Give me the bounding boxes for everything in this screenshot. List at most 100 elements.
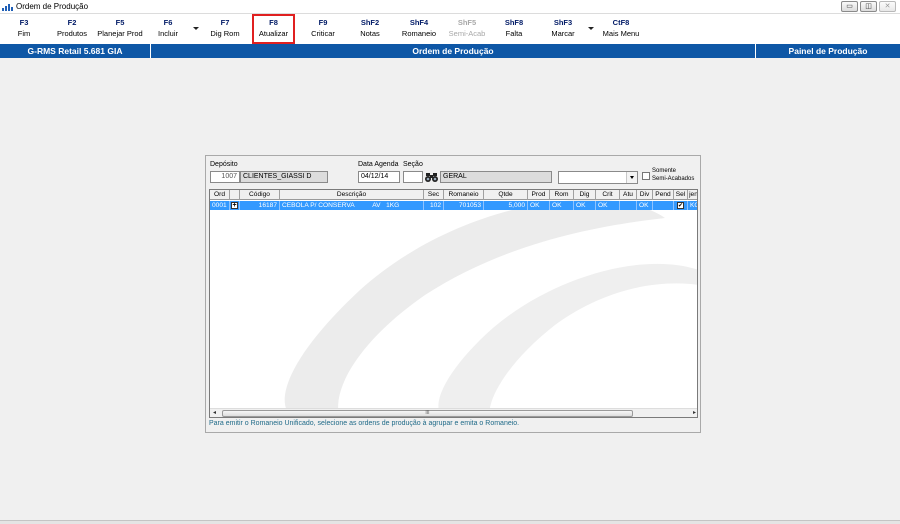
- cell-qtde: 5,000: [484, 201, 528, 210]
- dig-rom-button[interactable]: F7 Dig Rom: [207, 18, 243, 40]
- binoculars-search-icon[interactable]: [425, 171, 438, 183]
- toolbar: F3 Fim F2 Produtos F5 Planejar Prod F6 I…: [0, 14, 900, 44]
- marcar-button[interactable]: ShF3 Marcar: [547, 18, 579, 40]
- scroll-left-icon[interactable]: ◂: [210, 409, 219, 417]
- incluir-key: F6: [163, 18, 173, 27]
- cell-sel: ✔: [674, 201, 688, 210]
- dig-rom-label: Dig Rom: [210, 29, 240, 38]
- col-div[interactable]: Div: [637, 190, 653, 200]
- col-romaneio[interactable]: Romaneio: [444, 190, 484, 200]
- expand-plus-icon[interactable]: +: [231, 202, 238, 209]
- criticar-key: F9: [318, 18, 328, 27]
- cell-pend: [653, 201, 674, 210]
- deposito-label: Depósito: [210, 161, 238, 168]
- notas-button[interactable]: ShF2 Notas: [355, 18, 385, 40]
- col-qtde[interactable]: Qtde: [484, 190, 528, 200]
- footer-instruction: Para emitir o Romaneio Unificado, seleci…: [209, 420, 520, 427]
- mais-menu-button[interactable]: CtF8 Mais Menu: [600, 18, 642, 40]
- atualizar-button[interactable]: F8 Atualizar: [252, 14, 295, 44]
- table-row[interactable]: 0001 + 16187 CEBOLA P/ CONSERVA AV 1KG 1…: [210, 201, 697, 210]
- secao-label: Seção: [403, 161, 423, 168]
- title-bar: Ordem de Produção ▭ ◫ ✕: [0, 0, 900, 14]
- atualizar-label: Atualizar: [258, 29, 289, 38]
- produtos-label: Produtos: [56, 29, 88, 38]
- cell-codigo: 16187: [240, 201, 280, 210]
- close-button[interactable]: ✕: [879, 1, 896, 12]
- col-prod[interactable]: Prod: [528, 190, 550, 200]
- fim-button[interactable]: F3 Fim: [12, 18, 36, 40]
- window-title: Ordem de Produção: [16, 2, 89, 11]
- restore-button[interactable]: ◫: [860, 1, 877, 12]
- secao-name-field: GERAL: [440, 171, 552, 183]
- notas-key: ShF2: [360, 18, 380, 27]
- deposito-name-field: CLIENTES_GIASSI D: [240, 171, 328, 183]
- data-agenda-label: Data Agenda: [358, 161, 399, 168]
- status-bar: [0, 520, 900, 524]
- panel-title: Painel de Produção: [755, 44, 900, 58]
- cell-sec: 102: [424, 201, 444, 210]
- incluir-label: Incluir: [157, 29, 178, 38]
- data-agenda-field[interactable]: 04/12/14: [358, 171, 400, 183]
- fim-label: Fim: [17, 29, 31, 38]
- col-dig[interactable]: Dig: [574, 190, 596, 200]
- dig-rom-key: F7: [220, 18, 230, 27]
- semi-acabados-label: Semi-Acabados: [652, 176, 695, 182]
- cell-dig: OK: [574, 201, 596, 210]
- criticar-label: Criticar: [311, 29, 335, 38]
- somente-label: Somente: [652, 168, 677, 174]
- deposito-code-field[interactable]: 1007: [210, 171, 240, 183]
- mais-menu-key: CtF8: [612, 18, 630, 27]
- col-atu[interactable]: Atu: [620, 190, 637, 200]
- col-rom[interactable]: Rom: [550, 190, 574, 200]
- planejar-prod-button[interactable]: F5 Planejar Prod: [96, 18, 144, 40]
- fim-key: F3: [19, 18, 29, 27]
- chevron-down-icon[interactable]: [626, 172, 637, 183]
- production-order-panel: Depósito 1007 CLIENTES_GIASSI D Data Age…: [205, 155, 701, 433]
- romaneio-label: Romaneio: [401, 29, 437, 38]
- scroll-thumb[interactable]: III: [222, 410, 633, 417]
- cell-atu: [620, 201, 637, 210]
- col-codigo[interactable]: Código: [240, 190, 280, 200]
- falta-label: Falta: [505, 29, 523, 38]
- falta-button[interactable]: ShF8 Falta: [500, 18, 528, 40]
- col-sel[interactable]: Sel: [674, 190, 688, 200]
- select-row-checkbox[interactable]: ✔: [677, 202, 684, 209]
- mais-menu-label: Mais Menu: [602, 29, 640, 38]
- watermark-swoosh-icon: [284, 199, 697, 417]
- horizontal-scrollbar[interactable]: ◂ III ▸: [210, 408, 697, 417]
- col-pend[interactable]: Pend: [653, 190, 674, 200]
- cell-jen: KG: [690, 202, 697, 209]
- cell-ord: 0001: [210, 201, 230, 210]
- app-bars-icon: [2, 3, 13, 11]
- cell-crit: OK: [596, 201, 620, 210]
- cell-prod: OK: [528, 201, 550, 210]
- col-sec[interactable]: Sec: [424, 190, 444, 200]
- secao-code-field[interactable]: [403, 171, 423, 183]
- incluir-dropdown-icon[interactable]: [193, 27, 199, 30]
- marcar-label: Marcar: [551, 29, 575, 38]
- col-ord[interactable]: Ord: [210, 190, 230, 200]
- filter-dropdown[interactable]: [558, 171, 638, 184]
- semi-acab-label: Semi-Acab: [448, 29, 486, 38]
- produtos-button[interactable]: F2 Produtos: [54, 18, 90, 40]
- cell-expand: +: [230, 201, 240, 210]
- header-strip: G-RMS Retail 5.681 GIA Ordem de Produção…: [0, 44, 900, 58]
- falta-key: ShF8: [504, 18, 524, 27]
- scroll-right-icon[interactable]: ▸: [690, 409, 697, 417]
- atualizar-key: F8: [269, 18, 278, 27]
- grid-header: Ord Código Descrição Sec Romaneio Qtde P…: [210, 190, 697, 200]
- col-descricao[interactable]: Descrição: [280, 190, 424, 200]
- somente-semi-acabados-checkbox[interactable]: [642, 172, 650, 180]
- minimize-button[interactable]: ▭: [841, 1, 858, 12]
- cell-rom: OK: [550, 201, 574, 210]
- criticar-button[interactable]: F9 Criticar: [306, 18, 340, 40]
- col-jen[interactable]: jen: [688, 190, 697, 200]
- cell-div: OK: [637, 201, 653, 210]
- col-crit[interactable]: Crit: [596, 190, 620, 200]
- semi-acab-button: ShF5 Semi-Acab: [448, 18, 486, 40]
- marcar-dropdown-icon[interactable]: [588, 27, 594, 30]
- cell-descricao: CEBOLA P/ CONSERVA AV 1KG: [280, 201, 424, 210]
- incluir-button[interactable]: F6 Incluir: [154, 18, 182, 40]
- romaneio-button[interactable]: ShF4 Romaneio: [398, 18, 440, 40]
- production-order-grid: Ord Código Descrição Sec Romaneio Qtde P…: [209, 189, 698, 418]
